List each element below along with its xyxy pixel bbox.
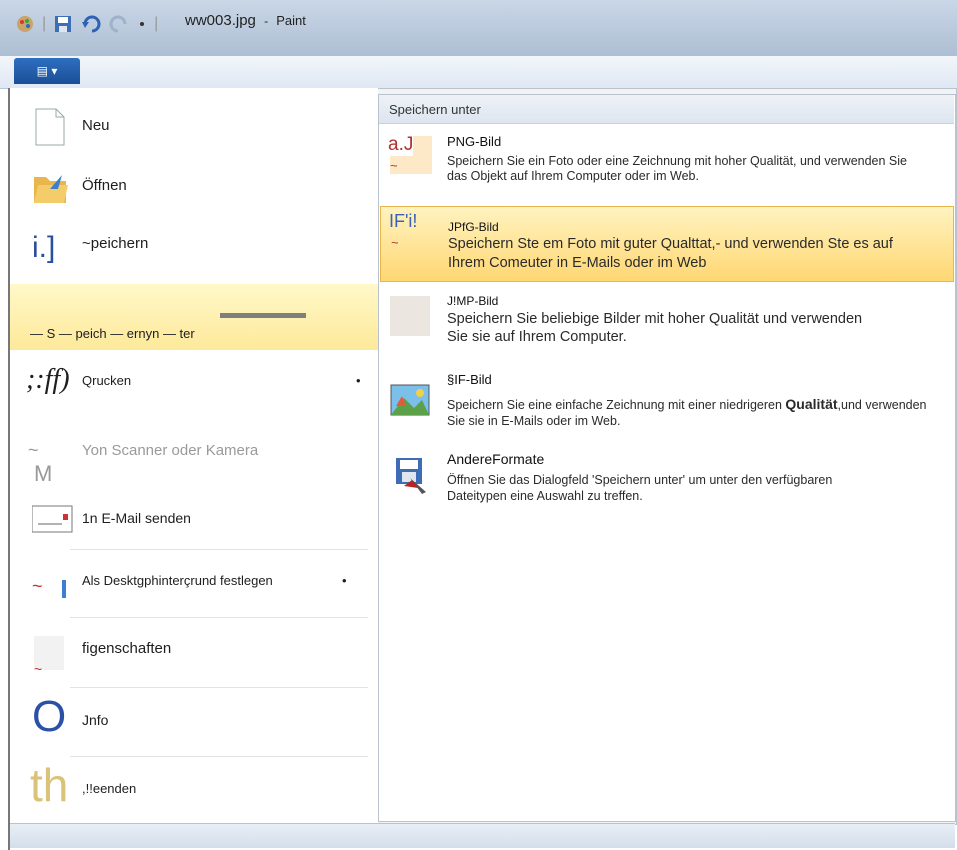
png-option-description: Speichern Sie ein Foto oder eine Zeichnu…: [447, 154, 908, 183]
menu-item-properties[interactable]: ~ figenschaften: [10, 618, 378, 678]
info-icon: O: [32, 692, 67, 741]
svg-text:i.]: i.]: [32, 231, 55, 264]
menu-item-new-label: Neu: [82, 116, 110, 134]
menu-item-scanner[interactable]: ~ M Yon Scanner oder Kamera: [10, 420, 378, 486]
menu-separator: [70, 756, 368, 757]
scanner-icon-glyph-a: ~: [28, 440, 39, 460]
menu-item-info[interactable]: O Jnfo: [10, 690, 378, 750]
ribbon-tab-strip: [0, 56, 957, 89]
gif-description-part-1: Speichern Sie eine einfache Zeichnung mi…: [447, 398, 782, 412]
menu-item-desktop-background[interactable]: ~ Als Desktgphinterçrund festlegen •: [10, 550, 378, 610]
submenu-arrow-icon: •: [342, 572, 347, 588]
save-as-header: Speichern unter: [379, 95, 954, 124]
png-option-title: PNG-Bild: [447, 134, 502, 149]
menu-item-exit[interactable]: th ,!!eenden: [10, 758, 378, 818]
quick-access-toolbar: | |: [14, 12, 158, 36]
menu-item-open-label: Öffnen: [82, 176, 127, 194]
gif-option-title: §IF-Bild: [447, 372, 492, 387]
title-separator: -: [264, 14, 269, 28]
menu-item-exit-label: ,!!eenden: [82, 780, 137, 796]
app-menu-label: ▤ ▾: [36, 64, 58, 78]
gif-description-bold: Qualität: [785, 396, 838, 412]
menu-item-save[interactable]: i.] ~peichern: [10, 213, 378, 273]
app-name: Paint: [276, 13, 306, 28]
png-icon-sub: ~: [390, 158, 398, 173]
jpeg-option-title: JPfG-Bild: [448, 220, 499, 234]
bmp-option-title: J!MP-Bild: [447, 294, 499, 308]
undo-icon[interactable]: [80, 13, 102, 35]
svg-text:~: ~: [32, 576, 43, 596]
menu-separator: [70, 687, 368, 688]
menu-item-info-label: Jnfo: [82, 712, 109, 728]
jpeg-option-description: Speichern Ste em Foto mit guter Qualttat…: [448, 236, 893, 271]
menu-item-new[interactable]: Neu: [10, 95, 378, 155]
new-document-icon: [32, 107, 70, 147]
save-option-bmp[interactable]: J!MP-Bild Speichern Sie beliebige Bilder…: [380, 290, 954, 360]
exit-icon: th: [30, 759, 69, 811]
properties-icon: ~: [32, 630, 70, 677]
gif-option-description: Speichern Sie eine einfache Zeichnung mi…: [447, 396, 927, 429]
window-title: ww003.jpg - Paint: [185, 12, 306, 29]
submenu-arrow-icon: •: [356, 372, 361, 388]
menu-item-save-as[interactable]: — S — peich — ernyn — ter: [10, 284, 378, 350]
menu-item-save-label: ~peichern: [82, 234, 149, 252]
print-icon: ;:ff): [26, 364, 70, 395]
title-bar: | | ww003.jpg - Paint: [0, 0, 957, 56]
file-name: ww003.jpg: [185, 12, 256, 29]
scanner-icon-glyph-b: M: [34, 461, 53, 486]
menu-item-email-label: 1n E-Mail senden: [82, 510, 191, 526]
gif-image-icon: [390, 384, 432, 426]
menu-item-email[interactable]: 1n E-Mail senden: [10, 488, 378, 548]
save-icon: i.]: [32, 225, 70, 265]
customize-toolbar-icon[interactable]: [136, 13, 148, 35]
save-option-jpeg[interactable]: IF'i! ~ JPfG-Bild Speichern Ste em Foto …: [380, 206, 954, 282]
redo-icon[interactable]: [108, 13, 130, 35]
bmp-image-icon: [390, 296, 430, 336]
jpeg-image-icon: IF'i! ~: [389, 211, 433, 253]
png-icon-text: a.J: [388, 134, 414, 156]
menu-item-open[interactable]: Öffnen: [10, 155, 378, 215]
menu-item-print-label: Qrucken: [82, 372, 132, 388]
app-menu-footer: [10, 823, 955, 848]
png-image-icon: a.J ~: [388, 134, 432, 174]
other-formats-title: AndereFormate: [447, 451, 545, 467]
scanner-icon: ~ M: [28, 440, 66, 486]
menu-item-scanner-label: Yon Scanner oder Kamera: [82, 441, 259, 459]
save-icon[interactable]: [52, 13, 74, 35]
paint-app-icon[interactable]: [14, 13, 36, 35]
menu-item-print[interactable]: ;:ff) Qrucken •: [10, 350, 378, 410]
other-formats-description: Öffnen Sie das Dialogfeld 'Speichern unt…: [447, 473, 833, 503]
save-as-decoration: [220, 313, 306, 318]
save-option-png[interactable]: a.J ~ PNG-Bild Speichern Sie ein Foto od…: [380, 130, 954, 200]
save-option-other-formats[interactable]: AndereFormate Öffnen Sie das Dialogfeld …: [380, 446, 954, 516]
other-formats-icon: [390, 456, 432, 498]
save-as-header-label: Speichern unter: [389, 101, 481, 117]
menu-item-properties-label: figenschaften: [82, 639, 172, 657]
email-icon: [31, 500, 73, 540]
save-option-gif[interactable]: §IF-Bild Speichern Sie eine einfache Zei…: [380, 368, 954, 438]
menu-item-save-as-label: — S — peich — ernyn — ter: [30, 326, 195, 341]
bmp-option-description: Speichern Sie beliebige Bilder mit hoher…: [447, 311, 863, 345]
jpeg-icon-text: IF'i!: [389, 211, 418, 231]
open-folder-icon: [32, 167, 70, 207]
app-menu-button[interactable]: ▤ ▾: [14, 58, 80, 84]
jpeg-icon-sub: ~: [391, 235, 399, 250]
menu-item-desktop-background-label: Als Desktgphinterçrund festlegen: [82, 572, 273, 588]
svg-text:~: ~: [34, 661, 42, 670]
desktop-background-icon: ~: [32, 562, 70, 602]
